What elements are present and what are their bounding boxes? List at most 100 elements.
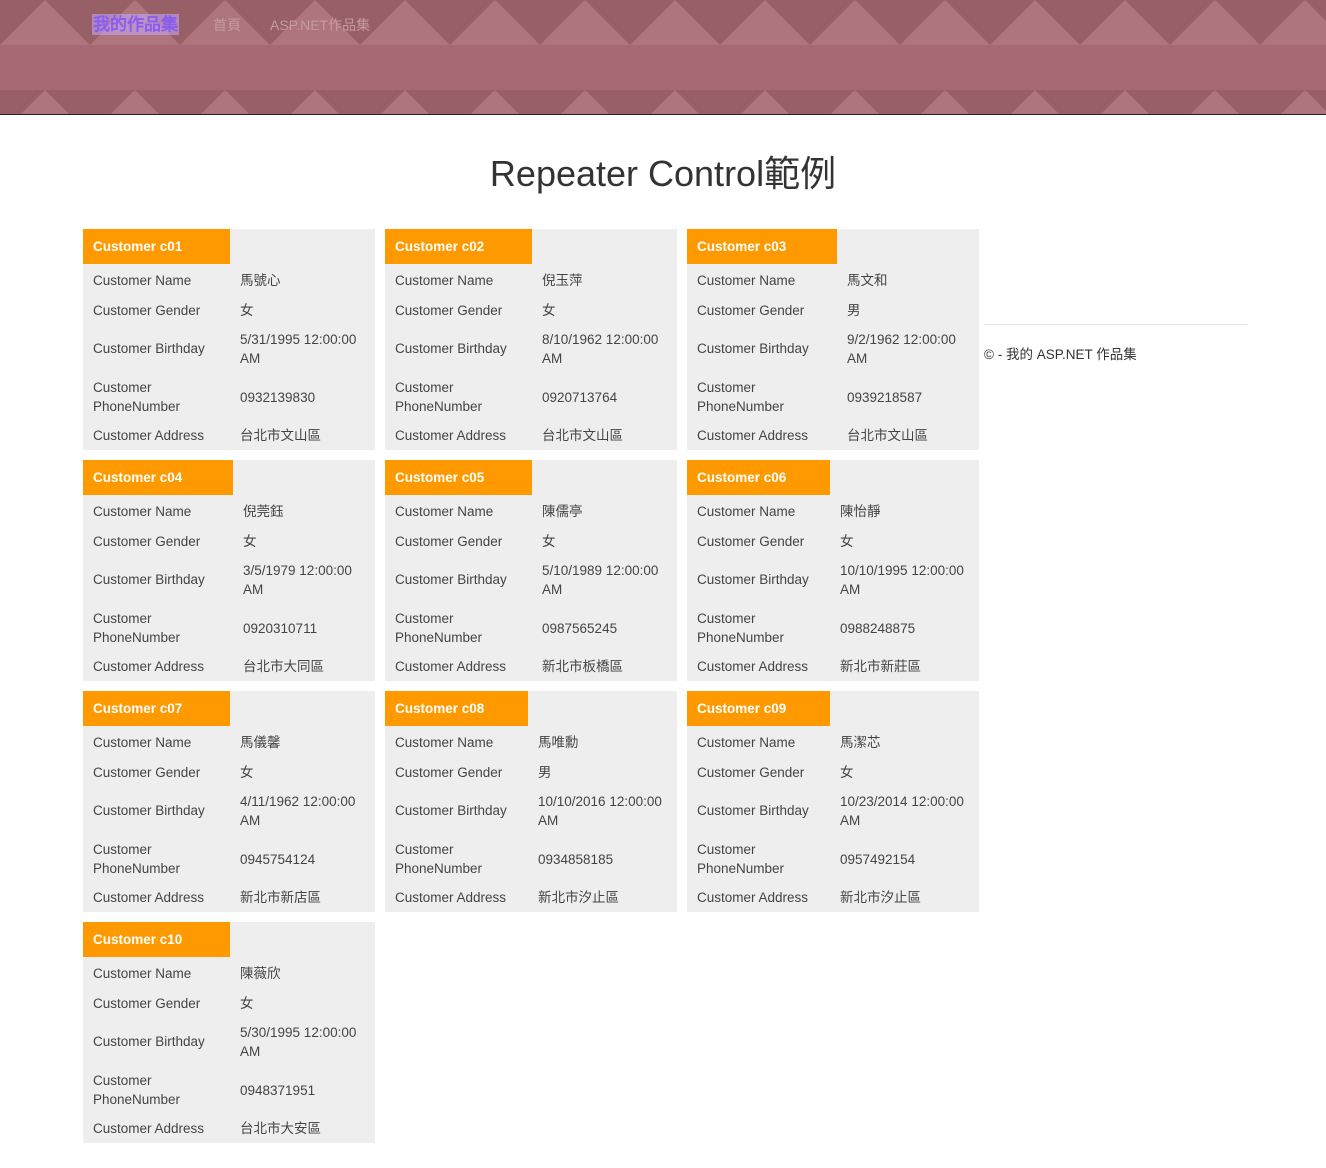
- field-label-phone: Customer PhoneNumber: [395, 380, 483, 414]
- field-value-birthday: 10/23/2014 12:00:00 AM: [840, 794, 964, 828]
- field-value-birthday: 5/30/1995 12:00:00 AM: [240, 1025, 357, 1059]
- customer-card-header: Customer c02: [385, 229, 532, 264]
- field-value-gender: 女: [542, 303, 556, 318]
- field-value-address: 台北市文山區: [847, 428, 928, 443]
- field-label-name: Customer Name: [395, 735, 494, 750]
- field-value-gender: 男: [847, 303, 861, 318]
- field-label-address: Customer Address: [697, 890, 809, 905]
- field-value-phone: 0932139830: [240, 390, 316, 405]
- field-value-phone: 0920310711: [243, 621, 318, 636]
- field-value-name: 馬文和: [847, 273, 888, 288]
- field-label-name: Customer Name: [697, 735, 796, 750]
- field-label-gender: Customer Gender: [395, 303, 503, 318]
- field-label-gender: Customer Gender: [93, 996, 201, 1011]
- field-label-gender: Customer Gender: [697, 765, 805, 780]
- field-label-gender: Customer Gender: [93, 534, 201, 549]
- field-value-address: 新北市新店區: [240, 890, 321, 905]
- field-value-address: 台北市文山區: [542, 428, 623, 443]
- field-value-phone: 0920713764: [542, 390, 618, 405]
- field-value-phone: 0987565245: [542, 621, 618, 636]
- field-value-birthday: 8/10/1962 12:00:00 AM: [542, 332, 659, 366]
- field-value-birthday: 10/10/1995 12:00:00 AM: [840, 563, 964, 597]
- field-label-address: Customer Address: [697, 428, 809, 443]
- field-value-address: 新北市新莊區: [840, 659, 921, 674]
- field-value-birthday: 9/2/1962 12:00:00 AM: [847, 332, 956, 366]
- nav-link-home[interactable]: 首頁: [213, 16, 241, 34]
- field-value-address: 新北市板橋區: [542, 659, 623, 674]
- nav-link-aspnet-works[interactable]: ASP.NET作品集: [270, 16, 370, 34]
- field-value-name: 馬唯勳: [538, 735, 579, 750]
- field-value-gender: 女: [240, 996, 254, 1011]
- field-label-phone: Customer PhoneNumber: [697, 611, 785, 645]
- field-label-phone: Customer PhoneNumber: [93, 842, 181, 876]
- field-value-phone: 0934858185: [538, 852, 614, 867]
- field-label-phone: Customer PhoneNumber: [93, 380, 181, 414]
- field-value-name: 馬儀馨: [240, 735, 281, 750]
- customer-card: Customer c07 Customer Name 馬儀馨 Customer Gen…: [83, 691, 375, 912]
- field-value-name: 倪莞鈺: [243, 504, 284, 519]
- page-title: Repeater Control範例: [489, 153, 837, 194]
- field-label-birthday: Customer Birthday: [697, 341, 809, 356]
- customer-card-header: Customer c05: [385, 460, 532, 495]
- field-label-birthday: Customer Birthday: [93, 341, 205, 356]
- footer-copyright: © - 我的 ASP.NET 作品集: [984, 347, 1137, 362]
- field-label-address: Customer Address: [93, 428, 205, 443]
- field-value-name: 馬潔芯: [840, 735, 881, 750]
- field-value-name: 陳薇欣: [240, 966, 281, 981]
- footer-divider: [984, 324, 1248, 325]
- field-value-birthday: 10/10/2016 12:00:00 AM: [538, 794, 662, 828]
- field-label-address: Customer Address: [395, 890, 507, 905]
- field-label-birthday: Customer Birthday: [93, 803, 205, 818]
- field-label-gender: Customer Gender: [697, 303, 805, 318]
- field-value-name: 馬號心: [240, 273, 281, 288]
- field-value-gender: 女: [240, 303, 254, 318]
- field-label-address: Customer Address: [93, 1121, 205, 1136]
- customer-card: Customer c08 Customer Name 馬唯勳 Customer Gen…: [385, 691, 677, 912]
- customer-card: Customer c05 Customer Name 陳儒亭 Customer Gen…: [385, 460, 677, 681]
- field-label-name: Customer Name: [395, 504, 494, 519]
- field-label-gender: Customer Gender: [395, 534, 503, 549]
- field-value-address: 台北市大同區: [243, 659, 324, 674]
- field-label-name: Customer Name: [697, 273, 796, 288]
- field-label-name: Customer Name: [93, 273, 192, 288]
- field-value-birthday: 5/10/1989 12:00:00 AM: [542, 563, 659, 597]
- field-label-gender: Customer Gender: [395, 765, 503, 780]
- field-value-phone: 0945754124: [240, 852, 316, 867]
- field-value-phone: 0988248875: [840, 621, 916, 636]
- field-value-gender: 女: [243, 534, 257, 549]
- field-label-phone: Customer PhoneNumber: [93, 1073, 181, 1107]
- field-label-name: Customer Name: [93, 504, 192, 519]
- customer-card: Customer c06 Customer Name 陳怡靜 Customer Gen…: [687, 460, 979, 681]
- field-label-name: Customer Name: [93, 735, 192, 750]
- customer-card: Customer c04 Customer Name 倪莞鈺 Customer Gen…: [83, 460, 375, 681]
- field-label-phone: Customer PhoneNumber: [395, 611, 483, 645]
- customer-card: Customer c09 Customer Name 馬潔芯 Customer Gen…: [687, 691, 979, 912]
- brand-link[interactable]: 我的作品集: [92, 14, 179, 35]
- customer-card-header: Customer c07: [83, 691, 230, 726]
- field-label-birthday: Customer Birthday: [395, 341, 507, 356]
- customer-card: Customer c03 Customer Name 馬文和 Customer Gen…: [687, 229, 979, 450]
- customer-card-header: Customer c04: [83, 460, 233, 495]
- customer-card-header: Customer c09: [687, 691, 830, 726]
- field-label-address: Customer Address: [697, 659, 809, 674]
- field-value-birthday: 4/11/1962 12:00:00 AM: [240, 794, 356, 828]
- customer-card: Customer c01 Customer Name 馬號心 Customer Gen…: [83, 229, 375, 450]
- top-navbar: 我的作品集 首頁 ASP.NET作品集: [0, 0, 1326, 115]
- field-value-phone: 0957492154: [840, 852, 916, 867]
- field-value-birthday: 5/31/1995 12:00:00 AM: [240, 332, 357, 366]
- field-value-gender: 女: [840, 534, 854, 549]
- field-label-address: Customer Address: [395, 428, 507, 443]
- field-value-address: 台北市文山區: [240, 428, 321, 443]
- field-label-birthday: Customer Birthday: [395, 803, 507, 818]
- field-value-birthday: 3/5/1979 12:00:00 AM: [243, 563, 352, 597]
- field-value-address: 台北市大安區: [240, 1121, 321, 1136]
- field-value-name: 倪玉萍: [542, 273, 583, 288]
- field-label-address: Customer Address: [93, 659, 205, 674]
- field-value-phone: 0948371951: [240, 1083, 316, 1098]
- customer-card: Customer c10 Customer Name 陳薇欣 Customer Gen…: [83, 922, 375, 1143]
- field-value-address: 新北市汐止區: [840, 890, 921, 905]
- field-label-name: Customer Name: [395, 273, 494, 288]
- field-label-birthday: Customer Birthday: [93, 572, 205, 587]
- field-label-birthday: Customer Birthday: [697, 572, 809, 587]
- field-label-phone: Customer PhoneNumber: [697, 380, 785, 414]
